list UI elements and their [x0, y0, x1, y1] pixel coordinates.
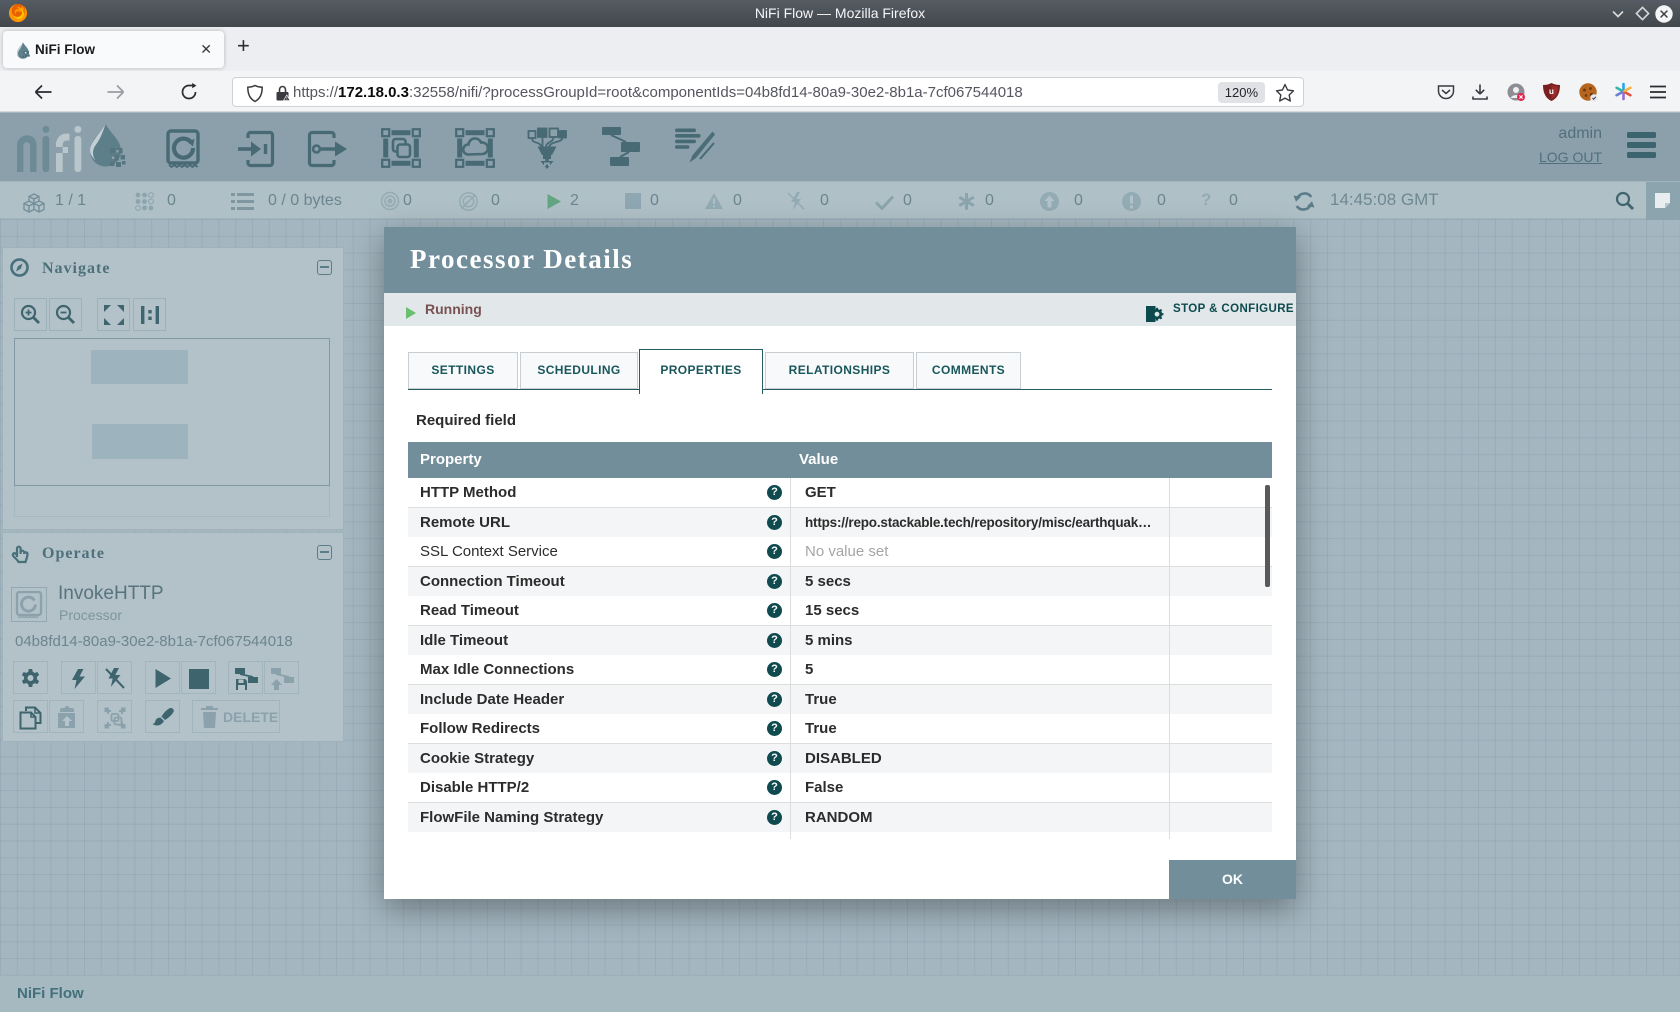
- svg-text:u: u: [1549, 87, 1554, 96]
